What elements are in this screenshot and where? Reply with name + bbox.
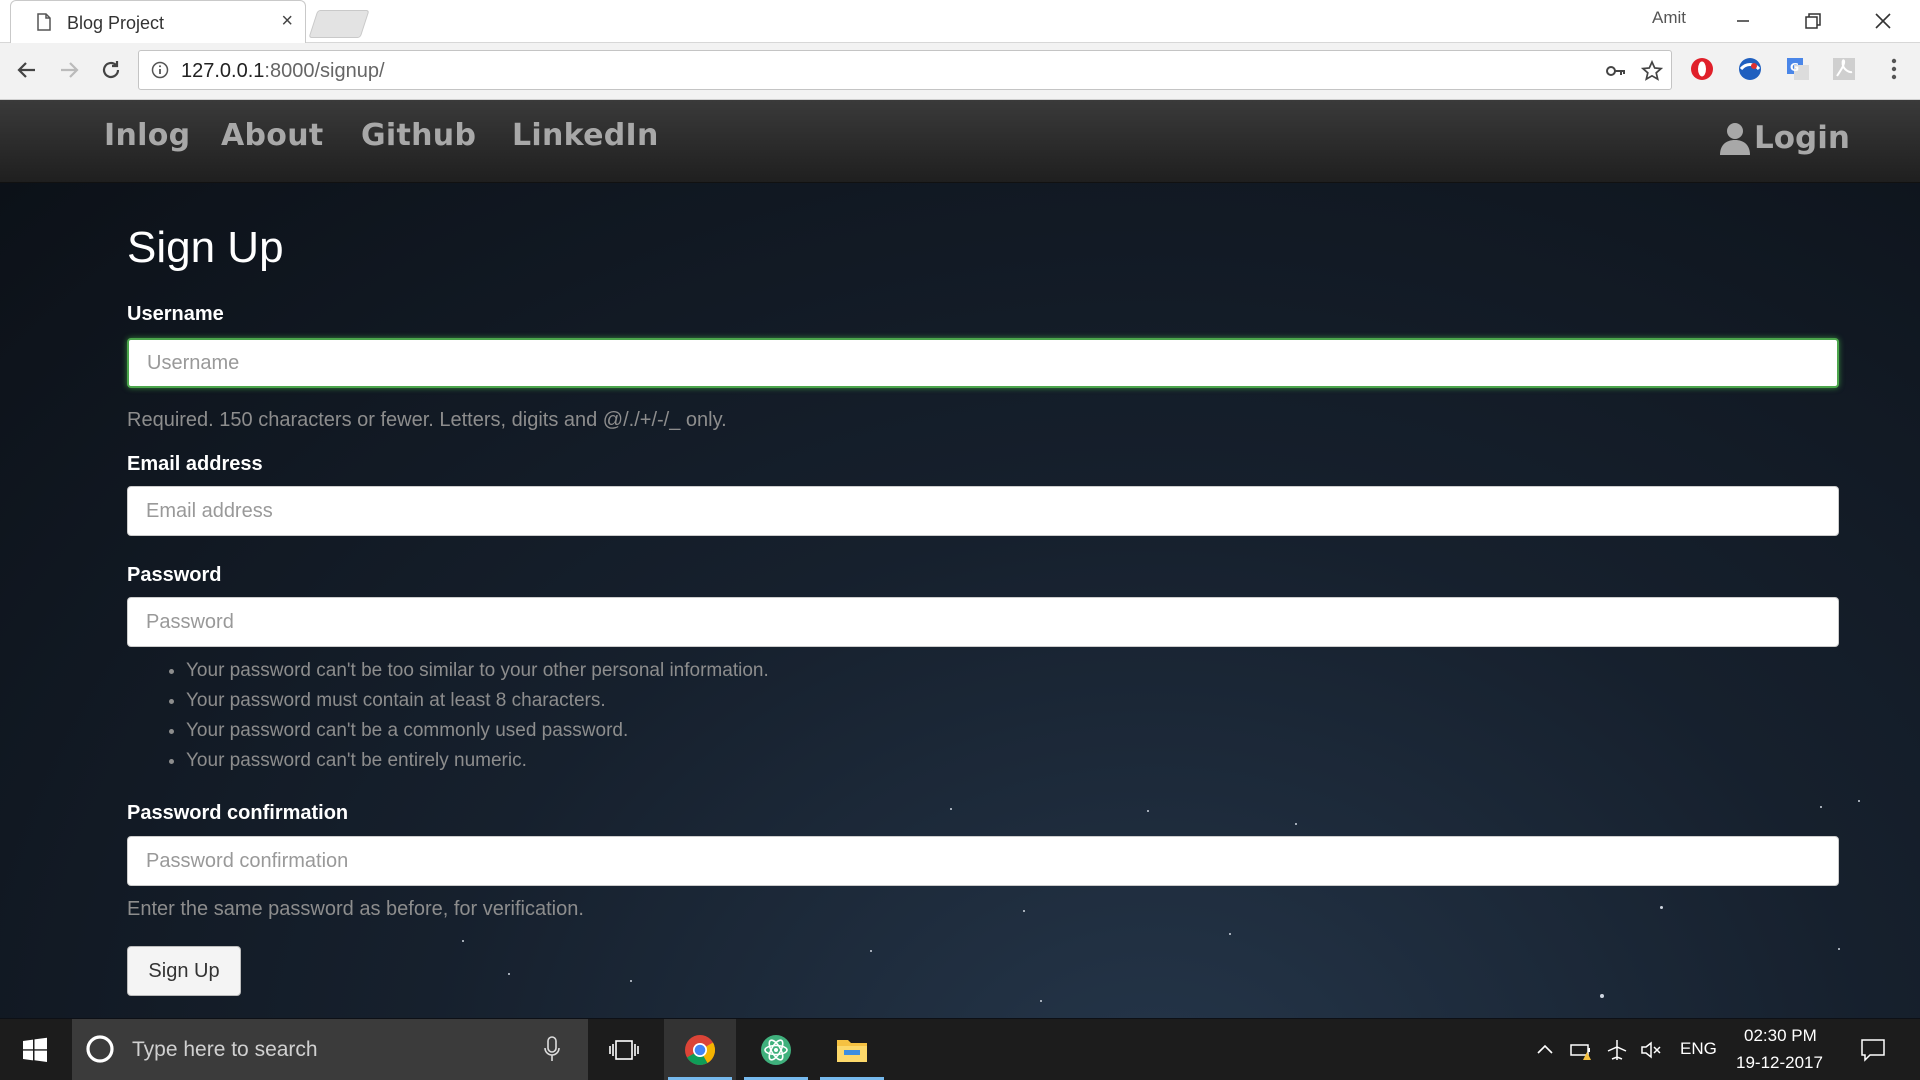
key-icon[interactable] <box>1605 60 1627 82</box>
background-star <box>508 973 510 975</box>
url-path: :8000/signup/ <box>264 60 385 82</box>
email-input[interactable] <box>127 486 1839 536</box>
background-star <box>1600 994 1604 998</box>
windows-start-icon[interactable] <box>0 1019 70 1080</box>
microphone-icon[interactable] <box>544 1036 560 1062</box>
sign-up-button[interactable]: Sign Up <box>127 946 241 996</box>
cortana-icon[interactable] <box>84 1033 116 1065</box>
login-label: Login <box>1754 120 1850 156</box>
airplane-mode-icon[interactable] <box>1606 1039 1628 1061</box>
bookmark-star-icon[interactable] <box>1641 60 1663 82</box>
show-hidden-icons-icon[interactable] <box>1534 1039 1556 1061</box>
nav-link-about[interactable]: About <box>221 118 324 153</box>
nav-link-github[interactable]: Github <box>361 118 476 153</box>
close-window-icon[interactable] <box>1860 4 1906 38</box>
browser-tab[interactable]: Blog Project × <box>10 0 306 43</box>
page-title: Sign Up <box>127 223 284 272</box>
reload-icon[interactable] <box>96 55 126 85</box>
url-host: 127.0.0.1 <box>181 60 265 82</box>
tab-title: Blog Project <box>67 13 165 33</box>
site-navbar: Inlog About Github LinkedIn Login <box>0 100 1920 183</box>
background-star <box>1838 948 1840 950</box>
signup-page-content: Sign Up Username Required. 150 character… <box>0 183 1920 1018</box>
svg-text:G: G <box>1790 61 1799 74</box>
password-confirmation-input[interactable] <box>127 836 1839 886</box>
background-star <box>1660 906 1663 909</box>
address-bar[interactable]: 127.0.0.1:8000/signup/ <box>138 50 1672 90</box>
action-center-icon[interactable] <box>1860 1037 1886 1063</box>
background-star <box>1858 800 1860 802</box>
password-rule: Your password must contain at least 8 ch… <box>186 686 769 716</box>
browser-extension-icon[interactable] <box>1736 55 1764 83</box>
username-label: Username <box>127 303 224 325</box>
user-icon <box>1720 123 1750 155</box>
nav-brand-inlog[interactable]: Inlog <box>104 118 190 153</box>
email-label: Email address <box>127 453 263 475</box>
background-star <box>1040 1000 1042 1002</box>
clock-time[interactable]: 02:30 PM <box>1744 1026 1817 1046</box>
username-input[interactable] <box>127 338 1839 388</box>
password-rule: Your password can't be entirely numeric. <box>186 746 769 776</box>
background-star <box>1229 933 1231 935</box>
password-confirmation-label: Password confirmation <box>127 802 349 824</box>
acrobat-extension-icon[interactable] <box>1830 55 1858 83</box>
opera-extension-icon[interactable] <box>1688 55 1716 83</box>
back-icon[interactable] <box>12 55 42 85</box>
browser-toolbar: 127.0.0.1:8000/signup/ G <box>0 43 1920 100</box>
password-rule: Your password can't be a commonly used p… <box>186 716 769 746</box>
chrome-taskbar-icon[interactable] <box>664 1019 736 1080</box>
task-view-icon[interactable] <box>588 1019 660 1080</box>
username-help-text: Required. 150 characters or fewer. Lette… <box>127 409 727 431</box>
restore-icon[interactable] <box>1790 4 1836 38</box>
background-star <box>462 940 464 942</box>
background-star <box>1295 823 1297 825</box>
browser-titlebar: Blog Project × Amit <box>0 0 1920 43</box>
info-icon[interactable] <box>151 61 169 79</box>
background-star <box>630 980 632 982</box>
atom-taskbar-icon[interactable] <box>740 1019 812 1080</box>
document-icon <box>37 13 51 31</box>
background-star <box>870 950 872 952</box>
profile-name[interactable]: Amit <box>1652 8 1686 28</box>
password-rules-list: Your password can't be too similar to yo… <box>162 656 769 776</box>
password-input[interactable] <box>127 597 1839 647</box>
tab-close-icon[interactable]: × <box>281 11 293 31</box>
password-rule: Your password can't be too similar to yo… <box>186 656 769 686</box>
forward-icon[interactable] <box>54 55 84 85</box>
menu-kebab-icon[interactable] <box>1880 55 1908 83</box>
background-star <box>1023 910 1025 912</box>
minimize-icon[interactable] <box>1720 4 1766 38</box>
file-explorer-taskbar-icon[interactable] <box>816 1019 888 1080</box>
background-star <box>1147 810 1149 812</box>
new-tab-button[interactable] <box>308 10 370 38</box>
taskbar-search-box[interactable]: Type here to search <box>72 1019 588 1080</box>
password-confirmation-help-text: Enter the same password as before, for v… <box>127 898 584 920</box>
battery-warning-icon[interactable] <box>1570 1039 1592 1061</box>
windows-taskbar: Type here to search ENG 02:30 PM 19-12-2… <box>0 1019 1920 1080</box>
clock-date[interactable]: 19-12-2017 <box>1736 1053 1823 1073</box>
background-star <box>1820 806 1822 808</box>
taskbar-search-placeholder: Type here to search <box>132 1038 318 1061</box>
background-star <box>950 808 952 810</box>
google-translate-icon[interactable]: G <box>1784 55 1812 83</box>
password-label: Password <box>127 564 222 586</box>
nav-link-linkedin[interactable]: LinkedIn <box>512 118 659 153</box>
input-language[interactable]: ENG <box>1680 1039 1717 1059</box>
url-text[interactable]: 127.0.0.1:8000/signup/ <box>181 60 385 83</box>
volume-muted-icon[interactable] <box>1640 1039 1662 1061</box>
login-link[interactable]: Login <box>1718 120 1850 156</box>
